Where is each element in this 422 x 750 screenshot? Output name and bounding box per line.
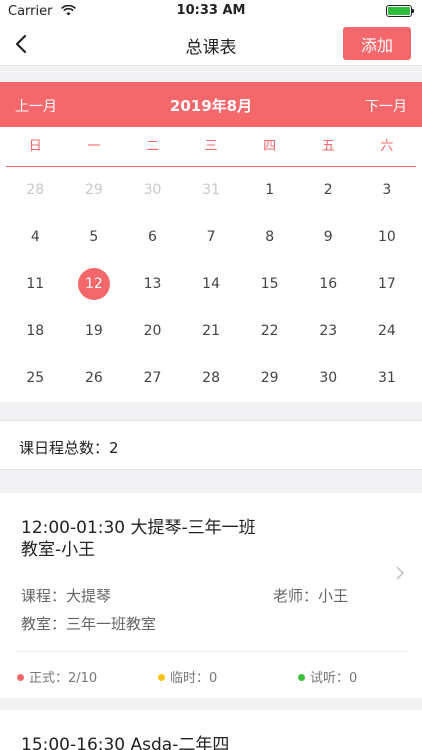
chevron-right-icon (396, 566, 405, 580)
calendar-day[interactable]: 19 (65, 308, 124, 355)
calendar-day[interactable]: 30 (123, 167, 182, 214)
schedule-count-label: 课日程总数：2 (19, 439, 119, 457)
weekday-sat: 六 (380, 139, 394, 154)
temporary-count-text: 临时：0 (170, 671, 218, 686)
temporary-dot-icon (158, 674, 165, 681)
calendar-day[interactable]: 21 (182, 308, 241, 355)
next-month-button[interactable]: 下一月 (365, 96, 407, 116)
calendar-day[interactable]: 26 (65, 355, 124, 402)
calendar-week-4: 18 19 20 21 22 23 24 (6, 308, 416, 355)
calendar-day[interactable]: 1 (240, 167, 299, 214)
calendar-header: 上一月 2019年8月 下一月 (0, 82, 422, 127)
calendar-day[interactable]: 6 (123, 214, 182, 261)
calendar-day[interactable]: 8 (240, 214, 299, 261)
trial-dot-icon (298, 674, 305, 681)
calendar-day[interactable]: 30 (299, 355, 358, 402)
calendar-week-1: 28 29 30 31 1 2 3 (6, 167, 416, 214)
calendar-day[interactable]: 14 (182, 261, 241, 308)
calendar-day[interactable]: 15 (240, 261, 299, 308)
weekday-mon: 一 (87, 139, 101, 154)
weekday-row: 日 一 二 三 四 五 六 (0, 127, 422, 167)
navigation-bar: 总课表 添加 (0, 22, 422, 66)
calendar-day[interactable]: 18 (6, 308, 65, 355)
calendar-day[interactable]: 24 (358, 308, 417, 355)
calendar-day[interactable]: 28 (6, 167, 65, 214)
calendar-day[interactable]: 29 (65, 167, 124, 214)
course-label: 课程：大提琴 (21, 587, 112, 605)
calendar-day[interactable]: 27 (123, 355, 182, 402)
calendar-week-3: 11 12 13 14 15 16 17 (6, 261, 416, 308)
calendar-day[interactable]: 28 (182, 355, 241, 402)
schedule-title: 12:00-01:30 大提琴-三年一班教室-小王 (21, 518, 256, 560)
calendar-grid: 28 29 30 31 1 2 3 4 5 6 7 8 9 10 11 12 1… (0, 167, 422, 402)
calendar-day[interactable]: 10 (358, 214, 417, 261)
schedule-title: 15:00-16:30 Asda-二年四 (21, 735, 230, 750)
calendar-day[interactable]: 13 (123, 261, 182, 308)
battery-icon (386, 5, 414, 17)
calendar-day[interactable]: 31 (182, 167, 241, 214)
weekday-sun: 日 (28, 139, 42, 154)
schedule-count-bar: 课日程总数：2 (0, 420, 422, 470)
trial-count: 试听：0 (298, 667, 357, 686)
calendar-day[interactable]: 25 (6, 355, 65, 402)
calendar-day[interactable]: 9 (299, 214, 358, 261)
calendar-week-2: 4 5 6 7 8 9 10 (6, 214, 416, 261)
calendar-day[interactable]: 5 (65, 214, 124, 261)
temporary-count: 临时：0 (158, 667, 217, 686)
calendar-day[interactable]: 16 (299, 261, 358, 308)
formal-dot-icon (17, 674, 24, 681)
weekday-wed: 三 (204, 139, 218, 154)
weekday-tue: 二 (145, 139, 159, 154)
calendar-day[interactable]: 22 (240, 308, 299, 355)
card-divider (15, 651, 407, 652)
calendar-day[interactable]: 7 (182, 214, 241, 261)
weekday-fri: 五 (321, 139, 335, 154)
trial-count-text: 试听：0 (310, 671, 358, 686)
calendar-day-selected[interactable]: 12 (65, 261, 124, 308)
calendar-day[interactable]: 11 (6, 261, 65, 308)
calendar-week-5: 25 26 27 28 29 30 31 (6, 355, 416, 402)
status-bar: Carrier 10:33 AM (0, 0, 422, 22)
calendar-day[interactable]: 3 (358, 167, 417, 214)
schedule-card[interactable]: 12:00-01:30 大提琴-三年一班教室-小王 课程：大提琴 老师：小王 教… (0, 493, 422, 698)
add-button[interactable]: 添加 (343, 27, 411, 60)
calendar-day[interactable]: 31 (358, 355, 417, 402)
schedule-card[interactable]: 15:00-16:30 Asda-二年四 (0, 710, 422, 750)
calendar-day[interactable]: 4 (6, 214, 65, 261)
teacher-label: 老师：小王 (273, 587, 349, 605)
formal-count: 正式：2/10 (17, 667, 97, 686)
month-title: 2019年8月 (169, 97, 253, 115)
calendar-day[interactable]: 23 (299, 308, 358, 355)
formal-count-text: 正式：2/10 (29, 671, 98, 686)
weekday-thu: 四 (263, 139, 277, 154)
calendar-day[interactable]: 17 (358, 261, 417, 308)
classroom-label: 教室：三年一班教室 (21, 615, 157, 633)
clock: 10:33 AM (176, 3, 246, 18)
calendar-day[interactable]: 2 (299, 167, 358, 214)
calendar-day[interactable]: 20 (123, 308, 182, 355)
calendar-day[interactable]: 29 (240, 355, 299, 402)
